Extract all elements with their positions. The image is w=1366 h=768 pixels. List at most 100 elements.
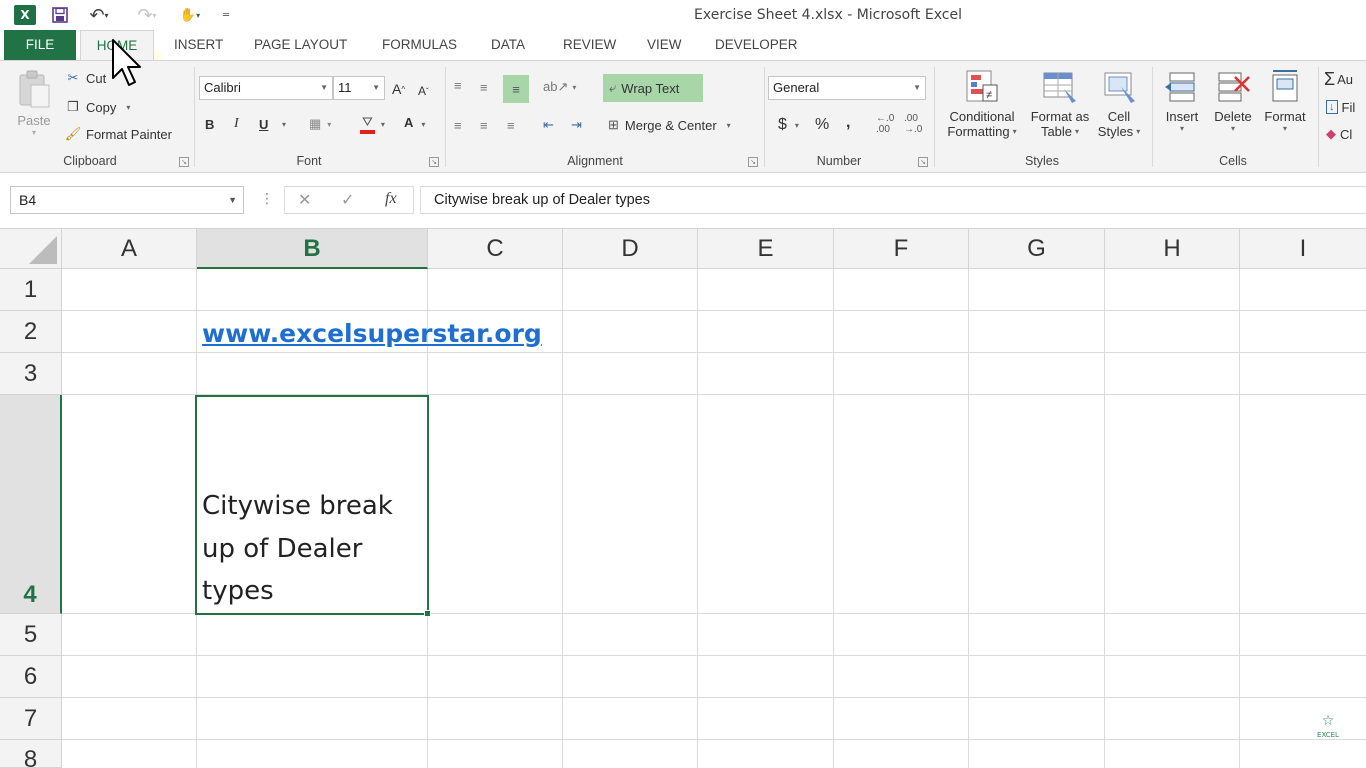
format-cells-button[interactable]: Format ▾ (1258, 69, 1312, 151)
number-format-value: General (773, 80, 820, 95)
tab-file[interactable]: FILE (4, 30, 76, 60)
column-header-h[interactable]: H (1105, 229, 1240, 269)
merge-icon: ⊞ (608, 117, 619, 132)
select-all-button[interactable] (0, 229, 62, 269)
fill-handle[interactable] (424, 610, 431, 617)
row-header-6[interactable]: 6 (0, 656, 62, 698)
column-header-b[interactable]: B (197, 229, 428, 269)
tab-insert[interactable]: INSERT (170, 30, 227, 60)
decrease-decimal-icon[interactable]: .00 →.0 (904, 113, 922, 135)
alignment-launcher-icon[interactable]: ↘ (748, 157, 758, 167)
cut-button[interactable]: ✂ Cut (64, 68, 107, 88)
row-header-5[interactable]: 5 (0, 614, 62, 656)
increase-decimal-icon[interactable]: ←.0.00 (876, 113, 894, 135)
decrease-font-icon[interactable]: Aˇ (418, 82, 429, 100)
copy-button[interactable]: ❐ Copy ▾ (64, 97, 130, 117)
row-header-2[interactable]: 2 (0, 311, 62, 353)
row-header-4[interactable]: 4 (0, 395, 62, 614)
ribbon-home: Paste ▾ ✂ Cut ❐ Copy ▾ 🖌 Format Painter … (0, 60, 1366, 173)
increase-indent-icon[interactable]: ⇥ (571, 115, 582, 135)
format-label: Format (1264, 109, 1306, 124)
formula-bar-grip-icon[interactable]: ⋮ (260, 191, 274, 207)
insert-cells-button[interactable]: Insert ▾ (1158, 69, 1206, 151)
fill-button[interactable]: ↓ Fil (1326, 97, 1355, 117)
align-center-icon[interactable]: ≡ (480, 115, 488, 135)
orientation-icon[interactable]: ab↗ ▾ (543, 77, 576, 97)
window-title: Exercise Sheet 4.xlsx - Microsoft Excel (694, 7, 962, 23)
paste-button[interactable]: Paste ▾ (14, 69, 54, 147)
name-box[interactable]: B4 ▼ (10, 186, 244, 214)
column-header-e[interactable]: E (698, 229, 834, 269)
ribbon-tabs: FILE HOME INSERT PAGE LAYOUT FORMULAS DA… (0, 30, 1366, 144)
tab-page-layout[interactable]: PAGE LAYOUT (250, 30, 351, 60)
font-size-select[interactable]: 11 ▼ (333, 76, 385, 100)
number-group-label: Number (816, 154, 862, 168)
align-left-icon[interactable]: ≡ (454, 115, 462, 135)
currency-label: $ (778, 116, 787, 133)
paintbrush-icon: 🖌 (64, 126, 82, 141)
row-header-7[interactable]: 7 (0, 698, 62, 740)
mouse-cursor-icon (112, 39, 141, 86)
cell-styles-button[interactable]: Cell Styles ▾ (1094, 69, 1144, 151)
column-header-d[interactable]: D (563, 229, 698, 269)
cancel-icon[interactable]: ✕ (298, 190, 311, 209)
decrease-indent-icon[interactable]: ⇤ (543, 115, 554, 135)
column-header-f[interactable]: F (834, 229, 969, 269)
conditional-formatting-button[interactable]: ≠ Conditional Formatting ▾ (940, 69, 1024, 151)
merge-center-button[interactable]: ⊞ Merge & Center ▾ (608, 115, 731, 135)
insert-function-icon[interactable]: fx (385, 190, 397, 208)
cell-b2-hyperlink[interactable]: www.excelsuperstar.org (202, 319, 542, 348)
font-size-value: 11 (338, 80, 352, 95)
clipboard-launcher-icon[interactable]: ↘ (179, 157, 189, 167)
align-bottom-icon[interactable]: ≡ (503, 75, 529, 103)
wrap-text-button[interactable]: ⤶ Wrap Text (603, 74, 703, 102)
number-launcher-icon[interactable]: ↘ (918, 157, 928, 167)
tab-developer[interactable]: DEVELOPER (711, 30, 802, 60)
cell-b4-line: types (202, 576, 274, 606)
enter-check-icon[interactable]: ✓ (341, 190, 354, 209)
worksheet-grid[interactable]: A B C D E F G H I 1 2 3 4 5 6 7 8 www.ex… (0, 229, 1366, 768)
underline-button[interactable]: U (259, 115, 268, 133)
borders-icon[interactable]: ▦ ▾ (309, 114, 331, 134)
font-family-select[interactable]: Calibri ▼ (199, 76, 333, 100)
underline-dropdown-icon[interactable]: ▾ (282, 117, 286, 131)
clear-button[interactable]: ◆ Cl (1326, 124, 1352, 144)
tab-formulas[interactable]: FORMULAS (378, 30, 461, 60)
conditional-formatting-label-2: Formatting (947, 124, 1010, 139)
column-header-c[interactable]: C (428, 229, 563, 269)
comma-button[interactable]: , (846, 113, 850, 133)
align-middle-icon[interactable]: ≡ (480, 77, 488, 97)
group-separator (1318, 67, 1319, 167)
italic-button[interactable]: I (234, 115, 239, 133)
row-header-8[interactable]: 8 (0, 740, 62, 768)
format-painter-button[interactable]: 🖌 Format Painter (64, 124, 172, 144)
font-color-button[interactable]: A ▾ (404, 113, 425, 135)
group-separator (764, 67, 765, 167)
format-as-table-button[interactable]: Format as Table ▾ (1026, 69, 1094, 151)
chevron-down-icon[interactable]: ▼ (228, 187, 237, 213)
currency-button[interactable]: $ ▾ (778, 115, 799, 135)
formula-input[interactable]: Citywise break up of Dealer types (420, 186, 1366, 214)
name-box-value: B4 (19, 192, 37, 208)
tab-review[interactable]: REVIEW (559, 30, 620, 60)
tab-view[interactable]: VIEW (643, 30, 686, 60)
percent-button[interactable]: % (815, 115, 829, 135)
column-header-g[interactable]: G (969, 229, 1105, 269)
insert-label: Insert (1165, 109, 1199, 124)
align-right-icon[interactable]: ≡ (507, 115, 515, 135)
autosum-button[interactable]: Σ Au (1324, 69, 1353, 89)
increase-font-icon[interactable]: A ^ (392, 80, 405, 98)
format-as-table-icon (1043, 72, 1076, 103)
font-launcher-icon[interactable]: ↘ (429, 157, 439, 167)
bold-button[interactable]: B (205, 115, 214, 133)
cell-styles-label-1: Cell (1107, 109, 1131, 124)
column-header-a[interactable]: A (62, 229, 197, 269)
delete-cells-button[interactable]: Delete ▾ (1208, 69, 1258, 151)
tab-data[interactable]: DATA (487, 30, 529, 60)
column-header-i[interactable]: I (1240, 229, 1366, 269)
number-format-select[interactable]: General ▼ (768, 76, 926, 100)
fill-color-button[interactable]: ⛛ ▾ (360, 112, 385, 136)
row-header-3[interactable]: 3 (0, 353, 62, 395)
align-top-icon[interactable]: ≡ (454, 75, 462, 95)
row-header-1[interactable]: 1 (0, 269, 62, 311)
